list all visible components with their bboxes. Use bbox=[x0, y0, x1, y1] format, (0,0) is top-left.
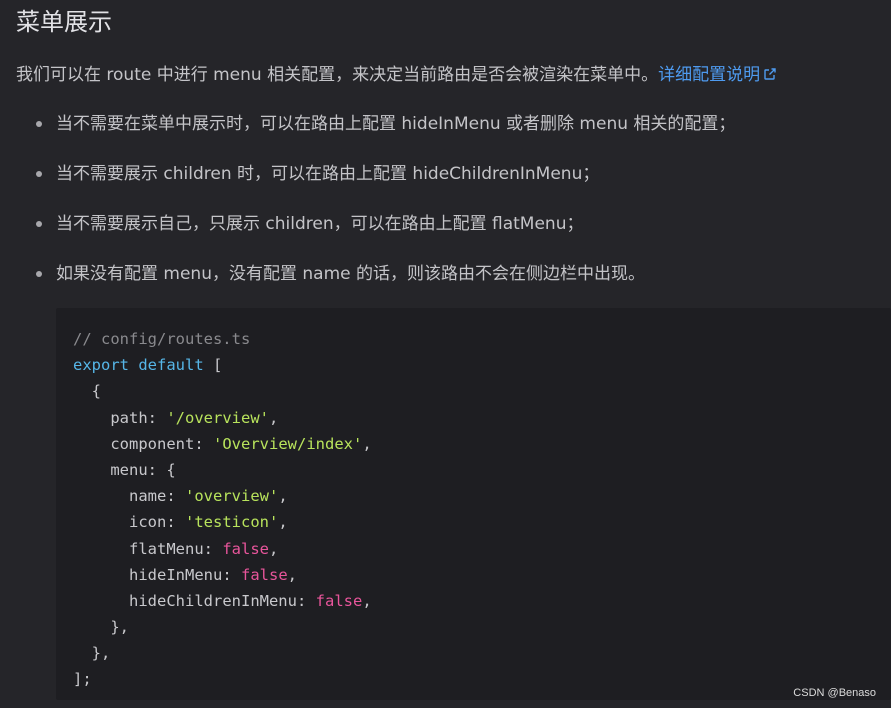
code-block[interactable]: // config/routes.ts export default [ { p… bbox=[56, 308, 891, 700]
code-key: menu bbox=[110, 460, 148, 479]
code-line: component: 'Overview/index', bbox=[110, 434, 372, 453]
list-item: 如果没有配置 menu，没有配置 name 的话，则该路由不会在侧边栏中出现。 bbox=[36, 260, 735, 310]
code-punctuation: ]; bbox=[73, 670, 92, 689]
code-keyword: default bbox=[138, 356, 204, 375]
code-string: 'overview' bbox=[185, 487, 279, 506]
code-line: // config/routes.ts bbox=[56, 326, 891, 352]
code-punctuation: }, bbox=[110, 618, 129, 637]
code-line: }, bbox=[56, 614, 891, 640]
page-heading: 菜单展示 bbox=[16, 8, 112, 36]
code-key: path bbox=[110, 408, 148, 427]
list-item: 当不需要在菜单中展示时，可以在路由上配置 hideInMenu 或者删除 men… bbox=[36, 110, 735, 160]
code-line: icon: 'testicon', bbox=[129, 513, 288, 532]
bullet-dot-icon bbox=[36, 171, 42, 177]
bullet-dot-icon bbox=[36, 271, 42, 277]
rules-list: 当不需要在菜单中展示时，可以在路由上配置 hideInMenu 或者删除 men… bbox=[36, 110, 735, 310]
code-comment: // config/routes.ts bbox=[73, 330, 251, 348]
code-key: flatMenu bbox=[129, 539, 204, 558]
code-boolean: false bbox=[241, 565, 288, 584]
code-key: hideInMenu bbox=[129, 565, 223, 584]
code-line: path: '/overview', bbox=[110, 408, 279, 427]
list-item: 当不需要展示自己，只展示 children，可以在路由上配置 flatMenu； bbox=[36, 210, 735, 260]
external-link-icon[interactable] bbox=[763, 67, 777, 81]
code-line: hideChildrenInMenu: false, bbox=[129, 591, 372, 610]
code-string: 'testicon' bbox=[185, 513, 279, 532]
code-line: flatMenu: false, bbox=[129, 539, 279, 558]
list-item-text: 当不需要展示 children 时，可以在路由上配置 hideChildrenI… bbox=[56, 164, 600, 184]
code-punctuation: [ bbox=[213, 356, 223, 375]
code-key: name bbox=[129, 487, 167, 506]
code-punctuation: { bbox=[166, 460, 176, 479]
code-punctuation: { bbox=[91, 382, 102, 401]
code-string: '/overview' bbox=[166, 408, 269, 427]
list-item-text: 当不需要展示自己，只展示 children，可以在路由上配置 flatMenu； bbox=[56, 214, 584, 234]
code-key: icon bbox=[129, 513, 167, 532]
detail-config-link[interactable]: 详细配置说明 bbox=[658, 65, 777, 85]
code-key: component bbox=[110, 434, 195, 453]
list-item: 当不需要展示 children 时，可以在路由上配置 hideChildrenI… bbox=[36, 160, 735, 210]
code-line: menu: { bbox=[110, 460, 176, 479]
bullet-dot-icon bbox=[36, 221, 42, 227]
code-line: { bbox=[56, 378, 891, 404]
code-string: 'Overview/index' bbox=[213, 434, 363, 453]
code-line: hideInMenu: false, bbox=[129, 565, 298, 584]
code-punctuation: }, bbox=[91, 644, 111, 663]
bullet-dot-icon bbox=[36, 121, 42, 127]
code-boolean: false bbox=[315, 591, 363, 610]
code-line: }, bbox=[56, 640, 891, 666]
code-keyword: export bbox=[73, 356, 129, 375]
detail-config-link-label[interactable]: 详细配置说明 bbox=[658, 65, 760, 85]
list-item-text: 当不需要在菜单中展示时，可以在路由上配置 hideInMenu 或者删除 men… bbox=[56, 114, 736, 134]
intro-text: 我们可以在 route 中进行 menu 相关配置，来决定当前路由是否会被渲染在… bbox=[16, 65, 659, 85]
intro-paragraph: 我们可以在 route 中进行 menu 相关配置，来决定当前路由是否会被渲染在… bbox=[16, 62, 886, 88]
code-line: name: 'overview', bbox=[129, 487, 288, 506]
code-key: hideChildrenInMenu bbox=[129, 591, 297, 610]
code-line: export default [ bbox=[56, 352, 891, 378]
code-line: ]; bbox=[56, 666, 891, 692]
code-boolean: false bbox=[222, 539, 269, 558]
watermark: CSDN @Benaso bbox=[793, 687, 876, 699]
list-item-text: 如果没有配置 menu，没有配置 name 的话，则该路由不会在侧边栏中出现。 bbox=[56, 264, 645, 284]
